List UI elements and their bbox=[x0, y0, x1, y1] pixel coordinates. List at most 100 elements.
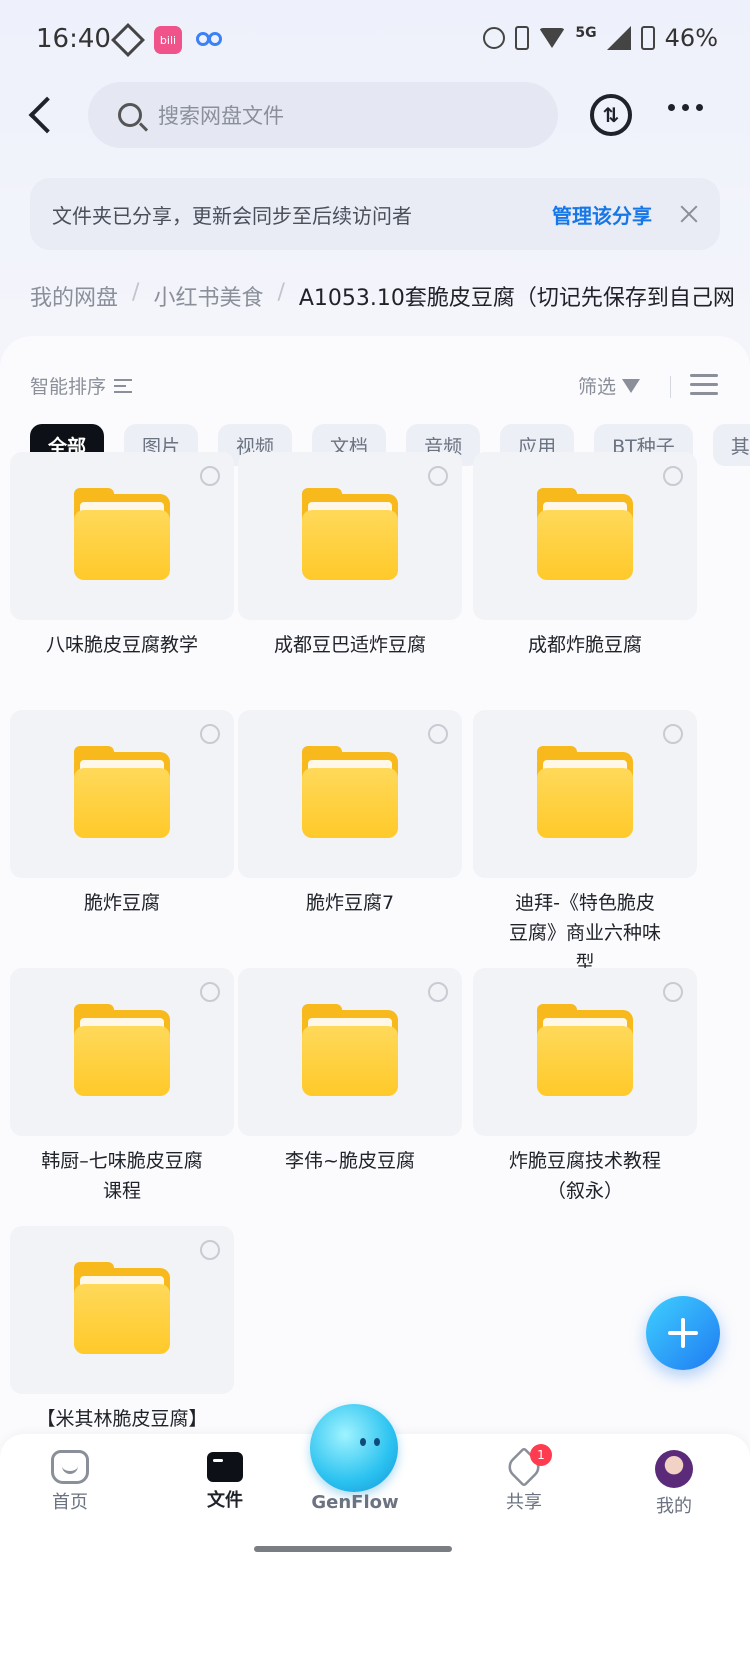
folder-card[interactable] bbox=[10, 710, 234, 878]
manage-share-link[interactable]: 管理该分享 bbox=[552, 200, 652, 229]
transfer-list-button[interactable]: ⇅ bbox=[590, 94, 632, 136]
back-button[interactable] bbox=[22, 94, 62, 134]
signal-icon bbox=[606, 26, 631, 50]
folder-card[interactable] bbox=[473, 968, 697, 1136]
wifi-icon bbox=[539, 28, 566, 48]
search-input[interactable]: 搜索网盘文件 bbox=[88, 82, 558, 148]
nav-files[interactable]: 文件 bbox=[165, 1450, 285, 1512]
filter-button[interactable]: 筛选 bbox=[578, 372, 641, 399]
folder-card[interactable] bbox=[238, 452, 462, 620]
select-checkbox[interactable] bbox=[200, 466, 220, 486]
status-right-icons: 5G 46% bbox=[483, 24, 718, 52]
more-dot-icon bbox=[696, 104, 703, 111]
close-icon[interactable] bbox=[680, 205, 698, 223]
breadcrumb-current: A1053.10套脆皮豆腐（切记先保存到自己网 bbox=[298, 286, 735, 311]
nfc-icon bbox=[111, 23, 145, 57]
bilibili-app-icon: bili bbox=[154, 26, 182, 54]
folder-icon bbox=[302, 1004, 398, 1096]
folder-card[interactable] bbox=[10, 452, 234, 620]
select-checkbox[interactable] bbox=[428, 724, 448, 744]
transfer-icon: ⇅ bbox=[602, 103, 620, 127]
nav-share[interactable]: 1 共享 bbox=[464, 1444, 584, 1514]
folder-icon bbox=[537, 1004, 633, 1096]
list-view-button[interactable] bbox=[690, 374, 718, 396]
folder-icon bbox=[74, 746, 170, 838]
folder-name: 成都豆巴适炸豆腐 bbox=[273, 634, 426, 656]
share-banner: 文件夹已分享，更新会同步至后续访问者 管理该分享 bbox=[30, 178, 720, 250]
folder-tab-icon bbox=[207, 1452, 243, 1482]
folder-name: 迪拜-《特色脆皮豆腐》商业六种味型 bbox=[509, 892, 662, 974]
folder-icon bbox=[537, 488, 633, 580]
more-dot-icon bbox=[682, 104, 689, 111]
more-dot-icon bbox=[668, 104, 675, 111]
folder-name: 成都炸脆豆腐 bbox=[527, 634, 642, 656]
chip-other[interactable]: 其 bbox=[712, 424, 750, 466]
share-banner-message: 文件夹已分享，更新会同步至后续访问者 bbox=[52, 203, 412, 228]
select-checkbox[interactable] bbox=[200, 724, 220, 744]
share-badge: 1 bbox=[530, 1444, 552, 1466]
folder-name: 脆炸豆腐7 bbox=[305, 892, 395, 914]
breadcrumb-item[interactable]: 小红书美食 bbox=[153, 280, 263, 312]
breadcrumb-separator: / bbox=[277, 280, 285, 305]
folder-name: 脆炸豆腐 bbox=[83, 892, 160, 914]
sort-label: 智能排序 bbox=[30, 376, 107, 398]
folder-card[interactable] bbox=[238, 968, 462, 1136]
folder-card[interactable] bbox=[473, 452, 697, 620]
folder-icon bbox=[74, 488, 170, 580]
folder-icon bbox=[74, 1262, 170, 1354]
more-options-button[interactable] bbox=[668, 104, 703, 111]
select-checkbox[interactable] bbox=[428, 466, 448, 486]
select-checkbox[interactable] bbox=[200, 982, 220, 1002]
nav-mine-label: 我的 bbox=[656, 1496, 692, 1517]
baidu-netdisk-app-icon bbox=[196, 28, 226, 52]
folder-name: 李伟~脆皮豆腐 bbox=[285, 1150, 415, 1172]
sort-icon bbox=[114, 378, 133, 393]
select-checkbox[interactable] bbox=[663, 724, 683, 744]
nav-share-label: 共享 bbox=[506, 1492, 542, 1513]
select-checkbox[interactable] bbox=[663, 982, 683, 1002]
folder-icon bbox=[537, 746, 633, 838]
select-checkbox[interactable] bbox=[663, 466, 683, 486]
filter-icon bbox=[622, 378, 641, 393]
alarm-icon bbox=[483, 27, 506, 49]
sort-button[interactable]: 智能排序 bbox=[30, 372, 133, 399]
breadcrumb-separator: / bbox=[132, 280, 140, 305]
home-icon bbox=[51, 1450, 89, 1484]
folder-card[interactable] bbox=[473, 710, 697, 878]
folder-card[interactable] bbox=[10, 968, 234, 1136]
genflow-button[interactable] bbox=[310, 1404, 398, 1492]
search-placeholder: 搜索网盘文件 bbox=[158, 104, 284, 128]
genflow-mascot-icon bbox=[360, 1438, 366, 1446]
folder-icon bbox=[302, 746, 398, 838]
folder-card[interactable] bbox=[10, 1226, 234, 1394]
search-icon bbox=[118, 103, 142, 127]
avatar bbox=[655, 1450, 693, 1488]
status-left-icons: bili bbox=[110, 23, 226, 57]
header: 搜索网盘文件 ⇅ bbox=[0, 82, 750, 148]
folder-card[interactable] bbox=[238, 710, 462, 878]
vibrate-icon bbox=[515, 26, 530, 50]
status-bar: 16:40 bili 5G 46% bbox=[0, 0, 750, 84]
add-button[interactable] bbox=[646, 1296, 720, 1370]
select-checkbox[interactable] bbox=[200, 1240, 220, 1260]
battery-level: 46% bbox=[664, 24, 718, 52]
list-icon bbox=[690, 374, 718, 377]
breadcrumb: 我的网盘 / 小红书美食 / A1053.10套脆皮豆腐（切记先保存到自己网 bbox=[30, 280, 750, 312]
home-indicator bbox=[254, 1546, 452, 1552]
nav-files-label: 文件 bbox=[207, 1490, 243, 1511]
filter-label: 筛选 bbox=[578, 376, 617, 398]
toolbar-divider bbox=[670, 376, 671, 398]
folder-name: 韩厨–七味脆皮豆腐课程 bbox=[41, 1150, 203, 1202]
folder-name: 八味脆皮豆腐教学 bbox=[45, 634, 198, 656]
select-checkbox[interactable] bbox=[428, 982, 448, 1002]
folder-icon bbox=[302, 488, 398, 580]
file-toolbar: 智能排序 筛选 bbox=[30, 372, 720, 402]
breadcrumb-item[interactable]: 我的网盘 bbox=[30, 280, 118, 312]
nav-mine[interactable]: 我的 bbox=[614, 1450, 734, 1518]
network-type: 5G bbox=[575, 25, 597, 41]
nav-genflow-label: GenFlow bbox=[311, 1492, 399, 1513]
status-time: 16:40 bbox=[36, 24, 111, 54]
nav-home-label: 首页 bbox=[52, 1492, 88, 1513]
folder-name: 【米其林脆皮豆腐】 bbox=[36, 1408, 208, 1430]
nav-home[interactable]: 首页 bbox=[10, 1450, 130, 1514]
